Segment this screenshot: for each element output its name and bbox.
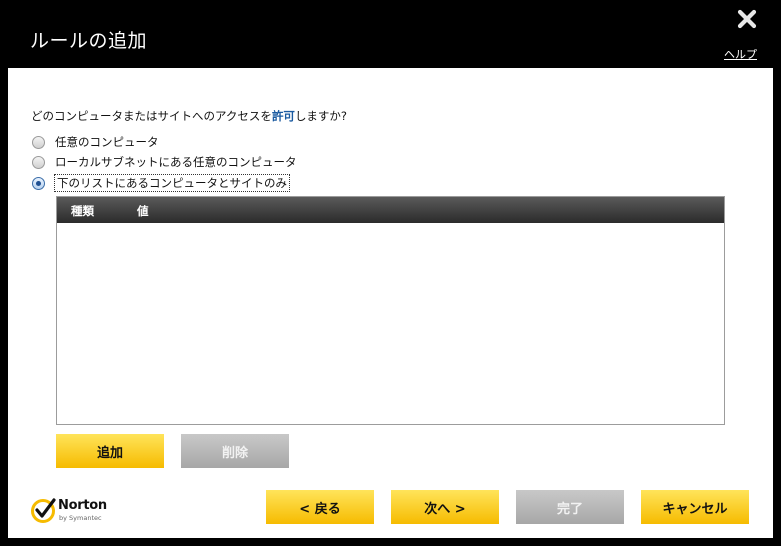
norton-logo: Norton by Symantec [30, 496, 120, 526]
dialog-title: ルールの追加 [30, 30, 148, 52]
list-header: 種類 値 [57, 197, 724, 223]
radio-button[interactable] [32, 135, 45, 149]
close-icon[interactable] [736, 8, 758, 30]
cancel-button[interactable]: キャンセル [641, 490, 749, 524]
logo-sub: by Symantec [59, 514, 102, 522]
question-prefix: どのコンピュータまたはサイトへのアクセスを [31, 109, 272, 123]
add-button[interactable]: 追加 [56, 434, 164, 468]
option-any-computer[interactable]: 任意のコンピュータ [32, 133, 159, 151]
option-label: 下のリストにあるコンピュータとサイトのみ [54, 174, 290, 192]
option-label: ローカルサブネットにある任意のコンピュータ [55, 155, 297, 169]
title-bar: ルールの追加 ヘルプ [0, 0, 781, 68]
help-link[interactable]: ヘルプ [724, 46, 757, 62]
option-local-subnet[interactable]: ローカルサブネットにある任意のコンピュータ [32, 153, 297, 171]
finish-button[interactable]: 完了 [516, 490, 624, 524]
column-header-type[interactable]: 種類 [71, 203, 94, 219]
remove-button[interactable]: 削除 [181, 434, 289, 468]
computer-site-list[interactable]: 種類 値 [56, 196, 725, 425]
option-label: 任意のコンピュータ [55, 135, 159, 149]
add-rule-dialog: ルールの追加 ヘルプ どのコンピュータまたはサイトへのアクセスを許可しますか? … [0, 0, 781, 546]
question-emphasis: 許可 [271, 109, 295, 123]
access-question: どのコンピュータまたはサイトへのアクセスを許可しますか? [31, 108, 347, 124]
norton-check-icon [31, 498, 56, 523]
question-suffix: しますか? [294, 109, 348, 123]
radio-button[interactable] [32, 155, 45, 169]
dialog-content: どのコンピュータまたはサイトへのアクセスを許可しますか? 任意のコンピュータ ロ… [8, 68, 773, 538]
option-listed-only[interactable]: 下のリストにあるコンピュータとサイトのみ [32, 174, 290, 192]
radio-button-selected[interactable] [32, 176, 45, 190]
column-header-value[interactable]: 値 [137, 203, 149, 219]
logo-brand: Norton [58, 498, 107, 513]
back-button[interactable]: < 戻る [266, 490, 374, 524]
next-button[interactable]: 次へ > [391, 490, 499, 524]
